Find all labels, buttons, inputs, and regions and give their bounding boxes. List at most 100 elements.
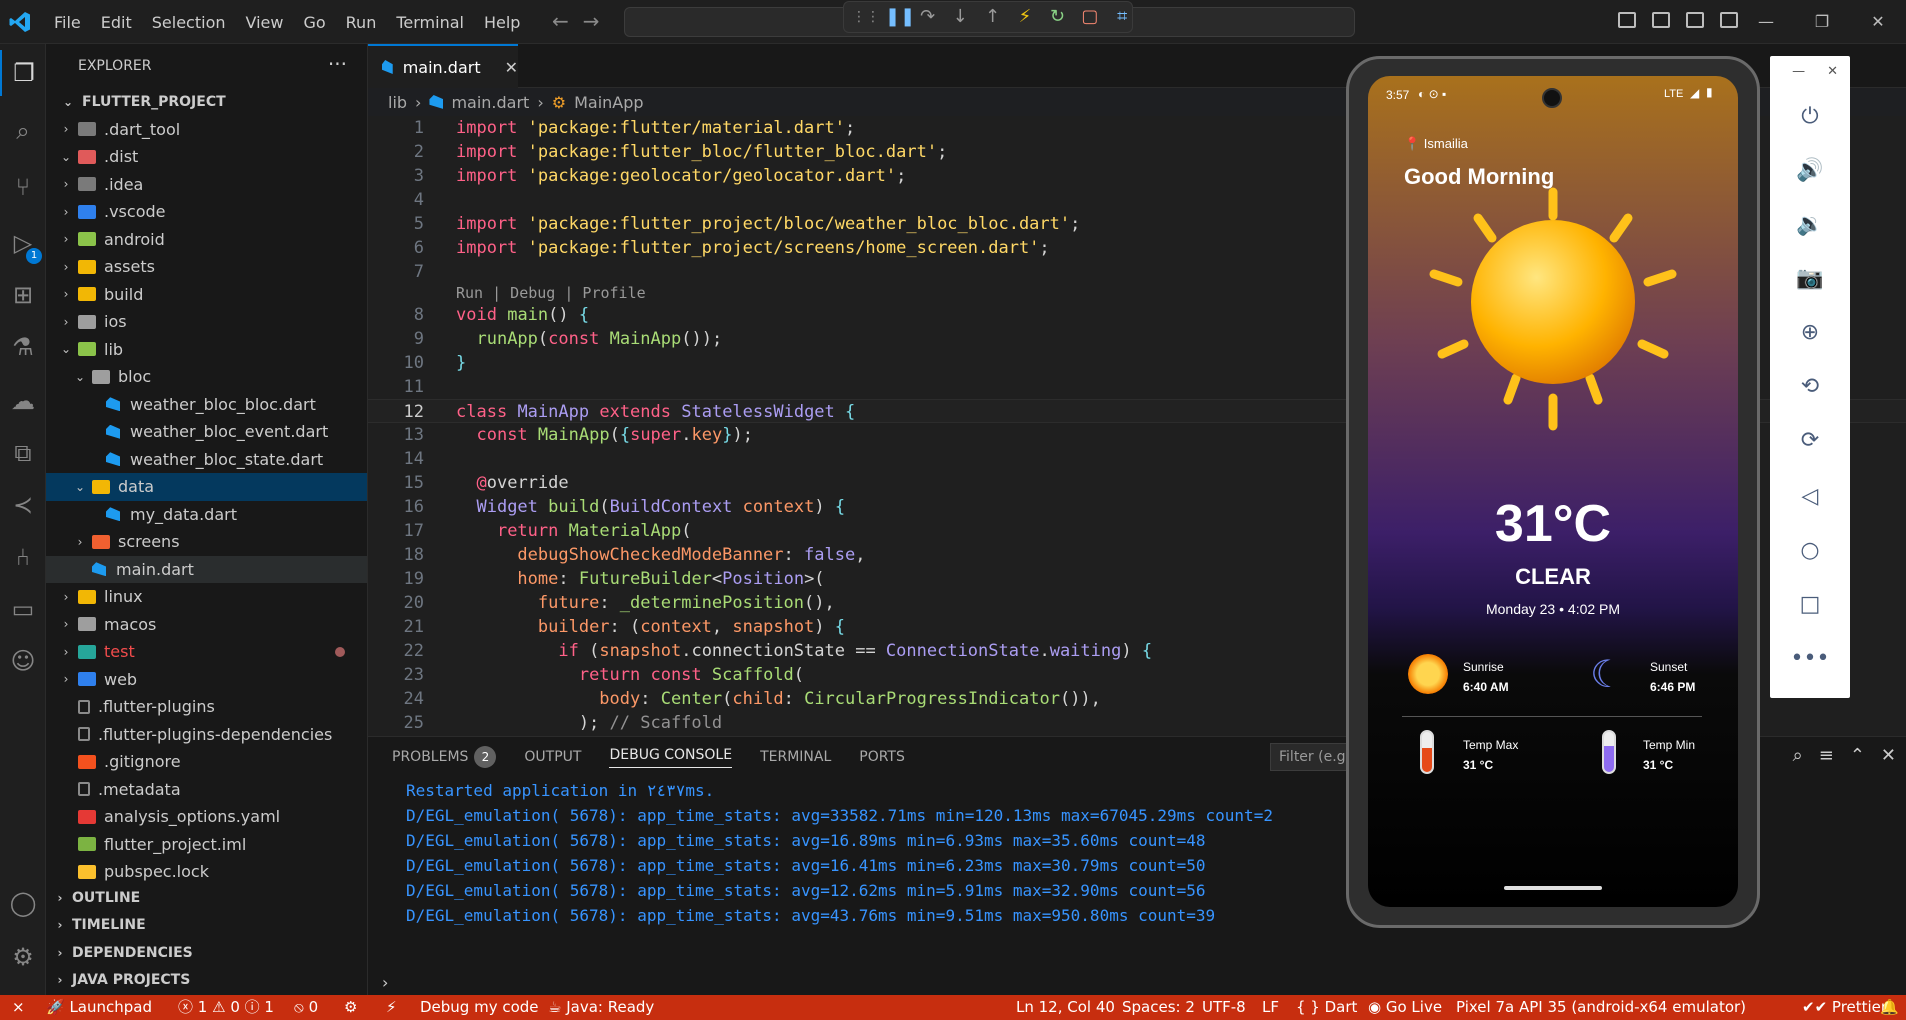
launchpad-status[interactable]: 🚀 Launchpad [46, 995, 152, 1020]
menu-view[interactable]: View [236, 13, 294, 32]
debug-run-icon[interactable]: ⚙ [344, 995, 357, 1020]
explorer-icon[interactable]: ❐ [0, 50, 46, 96]
volume-down-icon[interactable]: 🔉 [1770, 204, 1850, 244]
menu-run[interactable]: Run [336, 13, 387, 32]
close-panel-icon[interactable]: ✕ [1881, 745, 1896, 766]
ports-status[interactable]: ⦸ 0 [294, 995, 318, 1020]
debug-mode-status[interactable]: Debug my code [420, 995, 539, 1020]
tree-item[interactable]: › screens [46, 528, 367, 556]
run-debug-icon[interactable]: ▷ 1 [0, 220, 46, 266]
tree-item[interactable]: › .dart_tool [46, 116, 367, 144]
restart-icon[interactable]: ↻ [1048, 7, 1067, 27]
tree-item[interactable]: .metadata [46, 776, 367, 804]
remote-icon[interactable]: ⨯ [12, 995, 25, 1020]
tab-problems[interactable]: PROBLEMS 2 [392, 746, 497, 768]
tree-item[interactable]: .gitignore [46, 748, 367, 776]
vscode-logo-icon[interactable] [8, 10, 32, 34]
home-icon[interactable]: ○ [1770, 530, 1850, 570]
indentation[interactable]: Spaces: 2 [1122, 995, 1195, 1020]
back-arrow-icon[interactable]: ← [552, 10, 569, 32]
flutter-icon[interactable]: ≺ [0, 482, 46, 528]
more-options-icon[interactable]: ••• [1770, 638, 1850, 678]
hot-reload-status-icon[interactable]: ⚡ [386, 995, 397, 1020]
step-out-icon[interactable]: ↑ [983, 7, 1002, 27]
minimize-icon[interactable]: — [1792, 64, 1805, 79]
camera-icon[interactable]: 📷 [1770, 258, 1850, 298]
tree-item[interactable]: › build [46, 281, 367, 309]
tree-item[interactable]: › test [46, 638, 367, 666]
menu-go[interactable]: Go [293, 13, 335, 32]
accounts-icon[interactable]: ◯ [0, 880, 46, 926]
encoding[interactable]: UTF-8 [1202, 995, 1246, 1020]
tree-item[interactable]: my_data.dart [46, 501, 367, 529]
project-manager-icon[interactable]: ▭ [0, 586, 46, 632]
tree-item[interactable]: › linux [46, 583, 367, 611]
project-root[interactable]: ⌄ FLUTTER_PROJECT [46, 88, 367, 116]
breadcrumb-symbol[interactable]: MainApp [574, 93, 643, 112]
tree-item[interactable]: analysis_options.yaml [46, 803, 367, 831]
forward-arrow-icon[interactable]: → [583, 10, 600, 32]
breadcrumb-lib[interactable]: lib [388, 93, 407, 112]
language-mode[interactable]: { } Dart [1296, 995, 1357, 1020]
emulator-screen[interactable]: 3:57 ◐ ⊙ ▪ LTE ◢ ▮ 📍 Ismailia Good Morni… [1368, 76, 1738, 907]
prettier-status[interactable]: ✔✔ Prettier [1802, 995, 1887, 1020]
tree-item[interactable]: flutter_project.iml [46, 831, 367, 859]
tree-item[interactable]: › android [46, 226, 367, 254]
line-ending[interactable]: LF [1262, 995, 1279, 1020]
docker-icon[interactable]: ☁ [0, 378, 46, 424]
restore-icon[interactable]: ❐ [1794, 0, 1850, 44]
minimize-icon[interactable]: — [1738, 0, 1794, 44]
tree-item[interactable]: › web [46, 666, 367, 694]
tab-main-dart[interactable]: main.dart ✕ [368, 44, 518, 88]
git-graph-icon[interactable]: ⑃ [0, 534, 46, 580]
section-timeline[interactable]: › TIMELINE [46, 912, 368, 940]
device-status[interactable]: Pixel 7a API 35 (android-x64 emulator) [1456, 995, 1746, 1020]
power-icon[interactable]: ⏻ [1770, 96, 1850, 136]
close-window-icon[interactable]: ✕ [1850, 0, 1906, 44]
stop-icon[interactable]: ▢ [1080, 7, 1099, 27]
tab-debug-console[interactable]: DEBUG CONSOLE [609, 747, 733, 768]
inspect-widget-icon[interactable]: ⌗ [1113, 7, 1132, 27]
hot-reload-icon[interactable]: ⚡ [1015, 7, 1034, 27]
java-status[interactable]: ☕ Java: Ready [548, 995, 654, 1020]
overview-icon[interactable]: □ [1770, 584, 1850, 624]
tree-item[interactable]: .flutter-plugins-dependencies [46, 721, 367, 749]
tree-item[interactable]: main.dart [46, 555, 367, 583]
drag-handle-icon[interactable]: ⋮⋮ [852, 7, 880, 27]
go-live-status[interactable]: ◉ Go Live [1368, 995, 1442, 1020]
toggle-sidebar-icon[interactable] [1618, 12, 1636, 28]
pause-icon[interactable]: ❚❚ [885, 7, 915, 27]
step-into-icon[interactable]: ↓ [950, 7, 969, 27]
close-icon[interactable]: ✕ [1827, 64, 1838, 79]
close-tab-icon[interactable]: ✕ [505, 58, 518, 77]
section-dependencies[interactable]: › DEPENDENCIES [46, 939, 368, 967]
menu-selection[interactable]: Selection [142, 13, 236, 32]
breadcrumb-file[interactable]: main.dart [451, 93, 529, 112]
tree-item[interactable]: ⌄ bloc [46, 363, 367, 391]
tree-item[interactable]: weather_bloc_state.dart [46, 446, 367, 474]
zoom-icon[interactable]: ⊕ [1770, 312, 1850, 352]
tree-item[interactable]: pubspec.lock [46, 858, 367, 886]
tree-item[interactable]: › macos [46, 611, 367, 639]
maximize-panel-icon[interactable]: ⌃ [1850, 745, 1865, 766]
gesture-home-bar[interactable] [1504, 886, 1602, 890]
tree-item[interactable]: › .vscode [46, 198, 367, 226]
toggle-panel-icon[interactable] [1652, 12, 1670, 28]
tree-item[interactable]: ⌄ lib [46, 336, 367, 364]
tab-output[interactable]: OUTPUT [524, 749, 581, 765]
more-actions-icon[interactable]: ··· [328, 52, 347, 76]
tree-item[interactable]: weather_bloc_bloc.dart [46, 391, 367, 419]
tree-item[interactable]: weather_bloc_event.dart [46, 418, 367, 446]
tab-ports[interactable]: PORTS [859, 749, 905, 765]
codelens-run-debug[interactable]: Run | Debug | Profile [456, 284, 646, 302]
copilot-icon[interactable]: ☺ [0, 638, 46, 684]
tree-item[interactable]: ⌄ .dist [46, 143, 367, 171]
testing-icon[interactable]: ⚗ [0, 324, 46, 370]
tree-item[interactable]: ⌄ data [46, 473, 367, 501]
tree-item[interactable]: › .idea [46, 171, 367, 199]
tree-item[interactable]: .flutter-plugins [46, 693, 367, 721]
remote-explorer-icon[interactable]: ⧉ [0, 430, 46, 476]
section-java-projects[interactable]: › JAVA PROJECTS [46, 967, 368, 995]
console-prompt-chevron-icon[interactable]: › [382, 973, 388, 992]
tree-item[interactable]: › ios [46, 308, 367, 336]
